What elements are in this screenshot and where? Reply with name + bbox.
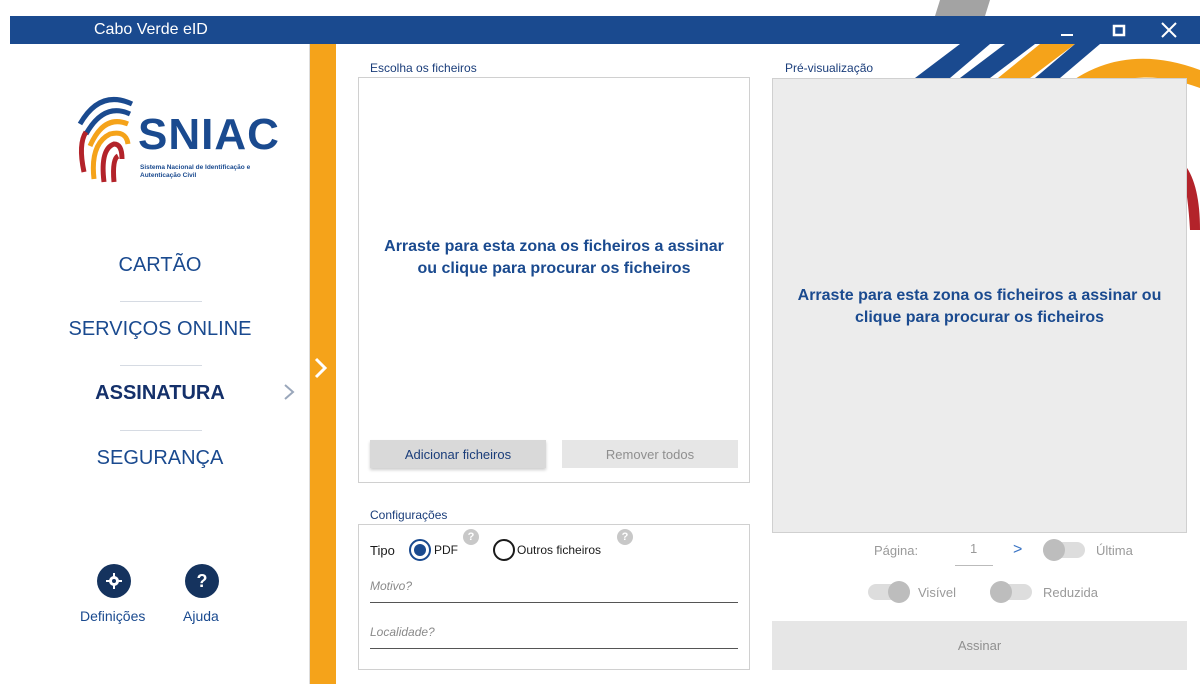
page-number-input[interactable]: 1 xyxy=(970,541,977,556)
page-number-underline xyxy=(955,565,993,566)
help-icon[interactable]: ? xyxy=(463,529,479,545)
files-section-label: Escolha os ficheiros xyxy=(370,61,477,75)
last-page-label: Última xyxy=(1096,543,1133,558)
logo-subtitle: Sistema Nacional de Identificação e Aute… xyxy=(140,164,251,179)
add-files-button[interactable]: Adicionar ficheiros xyxy=(370,440,546,468)
remove-all-button[interactable]: Remover todos xyxy=(562,440,738,468)
settings-label[interactable]: Definições xyxy=(80,608,145,624)
sniac-logo: SNIAC Sistema Nacional de Identificação … xyxy=(70,84,279,184)
preview-section-label: Pré-visualização xyxy=(785,61,874,75)
page-label: Página: xyxy=(874,543,919,558)
reason-field-underline xyxy=(370,602,738,603)
help-label[interactable]: Ajuda xyxy=(183,608,219,624)
other-files-radio[interactable] xyxy=(493,539,515,561)
pdf-radio[interactable] xyxy=(409,539,431,561)
reduced-toggle[interactable] xyxy=(990,581,1032,603)
location-field[interactable]: Localidade? xyxy=(370,625,435,639)
nav-divider xyxy=(120,430,202,431)
nav-item-assinatura[interactable]: ASSINATURA xyxy=(10,382,310,405)
preview-drop-text-line1: Arraste para esta zona os ficheiros a as… xyxy=(797,287,1162,304)
type-label: Tipo xyxy=(370,543,395,558)
toggle-knob xyxy=(888,581,910,603)
help-icon[interactable]: ? xyxy=(617,529,633,545)
nav-divider xyxy=(120,365,202,366)
preview-drop-zone[interactable]: Arraste para esta zona os ficheiros a as… xyxy=(772,78,1187,533)
app-window: Cabo Verde eID SNIAC Sistema Nacional de… xyxy=(0,0,1200,684)
window-title: Cabo Verde eID xyxy=(94,21,208,38)
sidebar: SNIAC Sistema Nacional de Identificação … xyxy=(10,44,310,684)
toggle-knob xyxy=(1043,539,1065,561)
toggle-knob xyxy=(990,581,1012,603)
nav-item-servicos-online[interactable]: SERVIÇOS ONLINE xyxy=(10,318,310,341)
chevron-right-icon xyxy=(314,357,328,379)
pdf-option-label[interactable]: PDF xyxy=(434,543,458,557)
maximize-icon[interactable] xyxy=(1105,18,1133,42)
gear-icon xyxy=(106,573,122,589)
file-drop-zone[interactable]: Arraste para esta zona os ficheiros a as… xyxy=(358,77,750,483)
help-button[interactable]: ? xyxy=(185,564,219,598)
other-files-option-label[interactable]: Outros ficheiros xyxy=(517,543,601,557)
settings-button[interactable] xyxy=(97,564,131,598)
config-section-label: Configurações xyxy=(370,508,448,522)
config-panel: Tipo PDF ? Outros ficheiros ? Motivo? Lo… xyxy=(358,524,750,670)
nav-divider xyxy=(120,301,202,302)
reduced-label: Reduzida xyxy=(1043,585,1098,600)
nav-item-seguranca[interactable]: SEGURANÇA xyxy=(10,447,310,470)
nav-item-cartao[interactable]: CARTÃO xyxy=(10,254,310,277)
logo-title: SNIAC xyxy=(138,110,280,159)
visible-label: Visível xyxy=(918,585,957,600)
drop-text-line1: Arraste para esta zona os ficheiros a as… xyxy=(384,238,724,255)
next-page-button[interactable]: > xyxy=(1013,541,1022,559)
reason-field[interactable]: Motivo? xyxy=(370,579,412,593)
sidebar-footer: Definições ? Ajuda xyxy=(70,564,270,634)
sign-button[interactable]: Assinar xyxy=(772,621,1187,670)
visible-toggle[interactable] xyxy=(868,581,910,603)
preview-drop-text-line2: clique para procurar os ficheiros xyxy=(855,309,1104,326)
title-bar: Cabo Verde eID xyxy=(10,16,1200,44)
minimize-icon[interactable] xyxy=(1053,18,1081,42)
question-icon: ? xyxy=(196,570,208,591)
chevron-right-icon xyxy=(282,382,296,408)
sidebar-collapse-strip[interactable] xyxy=(310,44,336,684)
location-field-underline xyxy=(370,648,738,649)
close-icon[interactable] xyxy=(1155,18,1183,42)
last-page-toggle[interactable] xyxy=(1043,539,1085,561)
drop-text-line2: ou clique para procurar os ficheiros xyxy=(417,260,691,277)
